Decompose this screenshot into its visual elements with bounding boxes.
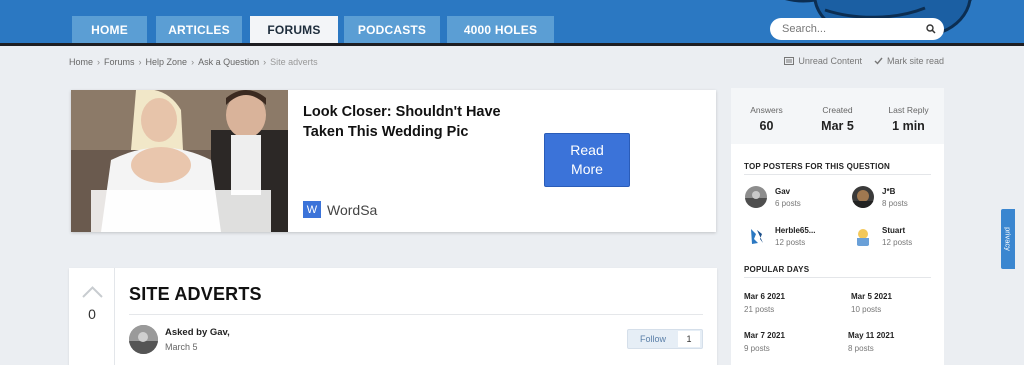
chevron-right-icon: ›	[138, 57, 142, 67]
tab-forums[interactable]: FORUMS	[250, 16, 338, 43]
divider	[744, 277, 931, 278]
breadcrumb-ask-a-question[interactable]: Ask a Question	[198, 57, 259, 67]
vote-column: 0	[69, 268, 115, 365]
ad-brand[interactable]: W WordSa	[303, 201, 377, 218]
popular-day-item[interactable]: Mar 6 2021 21 posts	[744, 292, 785, 314]
popular-day-posts: 10 posts	[851, 305, 882, 314]
chevron-right-icon: ›	[97, 57, 101, 67]
stat-answers: Answers 60	[731, 88, 802, 144]
top-navigation-bar: HOME ARTICLES FORUMS PODCASTS 4000 HOLES	[0, 0, 1024, 46]
avatar	[852, 225, 874, 247]
follower-count: 1	[678, 331, 700, 347]
question-post: 0 SITE ADVERTS Asked by Gav, March 5 Fol…	[69, 268, 717, 365]
stat-label: Created	[822, 105, 853, 115]
popular-day-posts: 21 posts	[744, 305, 775, 314]
upvote-arrow-icon[interactable]	[82, 286, 103, 298]
popular-days-heading: POPULAR DAYS	[744, 265, 810, 274]
stat-label: Answers	[750, 105, 783, 115]
unread-content-link[interactable]: Unread Content	[784, 56, 862, 66]
ad-headline[interactable]: Look Closer: Shouldn't Have Taken This W…	[303, 102, 513, 142]
asked-by[interactable]: Asked by Gav,	[165, 327, 230, 338]
search-icon[interactable]	[926, 24, 936, 34]
question-stats: Answers 60 Created Mar 5 Last Reply 1 mi…	[731, 88, 944, 144]
stat-value[interactable]: 1 min	[873, 119, 944, 133]
chevron-right-icon: ›	[191, 57, 195, 67]
divider	[744, 174, 931, 175]
poster-post-count: 12 posts	[775, 237, 806, 247]
breadcrumb-forums[interactable]: Forums	[104, 57, 135, 67]
unread-icon	[784, 57, 795, 65]
stat-last-reply: Last Reply 1 min	[873, 88, 944, 144]
divider	[129, 314, 703, 315]
popular-day-date[interactable]: May 11 2021	[848, 331, 894, 340]
stat-created: Created Mar 5	[802, 88, 873, 144]
poster-item[interactable]: Herble65... 12 posts	[745, 225, 815, 247]
stat-value: 60	[759, 119, 774, 133]
read-more-button[interactable]: Read More	[544, 133, 630, 187]
activity-links: Unread Content Mark site read	[784, 56, 944, 66]
top-posters-heading: TOP POSTERS FOR THIS QUESTION	[744, 162, 890, 171]
ad-brand-name: WordSa	[327, 201, 378, 218]
popular-day-date[interactable]: Mar 5 2021	[851, 292, 892, 301]
search-input[interactable]	[782, 23, 926, 35]
privacy-tab[interactable]: privacy	[1001, 209, 1015, 269]
popular-day-item[interactable]: May 11 2021 8 posts	[848, 331, 894, 353]
poster-post-count: 12 posts	[882, 237, 913, 247]
privacy-label: privacy	[1003, 227, 1013, 251]
poster-name[interactable]: Gav	[775, 187, 801, 196]
checkmark-icon	[874, 57, 883, 65]
avatar[interactable]	[129, 325, 158, 354]
poster-name[interactable]: Stuart	[882, 226, 912, 235]
tab-4000-holes[interactable]: 4000 HOLES	[447, 16, 554, 43]
breadcrumb-home[interactable]: Home	[69, 57, 93, 67]
vote-count: 0	[88, 306, 96, 322]
poster-item[interactable]: Gav 6 posts	[745, 186, 801, 208]
ad-photo[interactable]	[71, 90, 288, 232]
follow-label: Follow	[639, 334, 666, 344]
page-title: SITE ADVERTS	[129, 284, 262, 304]
poster-item[interactable]: Stuart 12 posts	[852, 225, 912, 247]
poster-name[interactable]: Herble65...	[775, 226, 815, 235]
avatar	[745, 225, 767, 247]
popular-day-posts: 9 posts	[744, 344, 770, 353]
poster-post-count: 8 posts	[882, 198, 908, 208]
tab-home[interactable]: HOME	[72, 16, 147, 43]
tab-podcasts[interactable]: PODCASTS	[344, 16, 440, 43]
wordsa-logo-icon: W	[303, 201, 321, 218]
advertisement-card[interactable]: Look Closer: Shouldn't Have Taken This W…	[71, 90, 716, 232]
popular-day-posts: 8 posts	[848, 344, 874, 353]
popular-day-item[interactable]: Mar 5 2021 10 posts	[851, 292, 892, 314]
popular-day-item[interactable]: Mar 7 2021 9 posts	[744, 331, 785, 353]
tab-articles[interactable]: ARTICLES	[156, 16, 242, 43]
post-date: March 5	[165, 342, 198, 352]
unread-content-label: Unread Content	[798, 56, 862, 66]
search-box[interactable]	[770, 18, 944, 40]
poster-post-count: 6 posts	[775, 198, 801, 208]
popular-day-date[interactable]: Mar 7 2021	[744, 331, 785, 340]
question-sidebar: Answers 60 Created Mar 5 Last Reply 1 mi…	[731, 88, 944, 365]
breadcrumb: Home › Forums › Help Zone › Ask a Questi…	[69, 57, 318, 67]
avatar	[745, 186, 767, 208]
poster-item[interactable]: J*B 8 posts	[852, 186, 908, 208]
breadcrumb-help-zone[interactable]: Help Zone	[146, 57, 188, 67]
poster-name[interactable]: J*B	[882, 187, 908, 196]
follow-button[interactable]: Follow 1	[627, 329, 703, 349]
stat-label: Last Reply	[888, 105, 929, 115]
mark-site-read-link[interactable]: Mark site read	[874, 56, 944, 66]
popular-day-date[interactable]: Mar 6 2021	[744, 292, 785, 301]
stat-value: Mar 5	[821, 119, 854, 133]
mark-site-read-label: Mark site read	[886, 56, 944, 66]
chevron-right-icon: ›	[263, 57, 267, 67]
breadcrumb-current: Site adverts	[270, 57, 318, 67]
nav-underline	[0, 43, 1024, 46]
avatar	[852, 186, 874, 208]
